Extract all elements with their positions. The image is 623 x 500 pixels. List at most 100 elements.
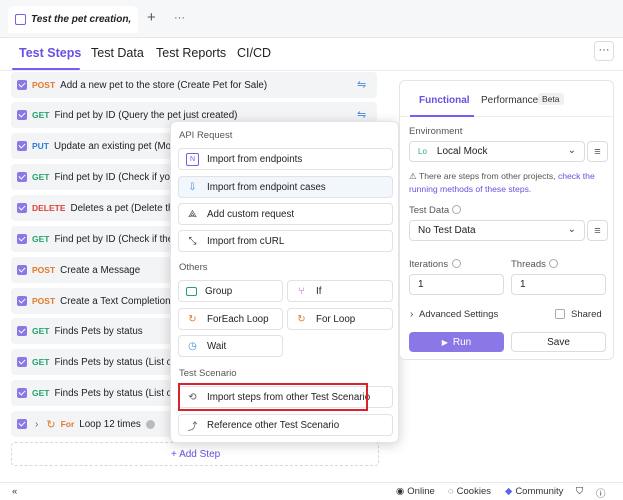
status-bar: « ◉ Online ◌ Cookies ◆ Community ⛉ ⓘ	[0, 482, 623, 500]
chevron-right-icon[interactable]: ›	[410, 309, 413, 320]
menu-reference-scenario[interactable]: ⤴ Reference other Test Scenario	[178, 414, 393, 436]
threads-label: Threads	[511, 259, 546, 270]
link-icon[interactable]: ⇋	[357, 78, 366, 91]
curl-icon: ⤡	[188, 235, 197, 247]
foreach-icon: ↻	[188, 313, 197, 325]
run-settings-panel: Functional Performance Beta Environment …	[399, 80, 614, 360]
method-badge: GET	[32, 357, 50, 367]
test-data-menu-button[interactable]: ≡	[587, 220, 608, 241]
notice-text: There are steps from other projects,	[418, 171, 556, 181]
step-checkbox[interactable]	[17, 265, 27, 275]
threads-input[interactable]: 1	[511, 274, 606, 295]
menu-foreach-loop[interactable]: ↻ ForEach Loop	[178, 308, 283, 330]
step-name: Update an existing pet (Modi	[54, 140, 179, 152]
test-data-value: No Test Data	[418, 225, 476, 236]
notice: ⚠ There are steps from other projects, c…	[409, 170, 609, 195]
cookie-icon: ◌	[448, 486, 454, 497]
step-name: Finds Pets by status (List of	[54, 387, 175, 399]
community-button[interactable]: ◆ Community	[505, 486, 563, 497]
step-name: Find pet by ID (Query the pet just creat…	[54, 109, 238, 121]
scenario-icon	[15, 14, 26, 25]
help-icon[interactable]: ⓘ	[596, 486, 606, 500]
method-badge: GET	[32, 110, 50, 120]
step-checkbox[interactable]	[17, 234, 27, 244]
collapse-sidebar-button[interactable]: «	[12, 486, 17, 497]
step-name: Create a Text Completion	[60, 295, 171, 307]
help-icon	[549, 259, 558, 268]
tab-test-data[interactable]: Test Data	[91, 46, 144, 60]
step-checkbox[interactable]	[17, 80, 27, 90]
section-others: Others	[179, 262, 208, 273]
environment-menu-button[interactable]: ≡	[587, 141, 608, 162]
step-checkbox[interactable]	[17, 419, 27, 429]
document-title: Test the pet creation,	[31, 14, 132, 25]
test-data-select[interactable]: No Test Data ⌄	[409, 220, 585, 241]
import-cases-icon: ⇩	[188, 181, 197, 193]
save-button[interactable]: Save	[511, 332, 606, 352]
warning-icon: ⚠	[409, 171, 417, 181]
tab-test-steps[interactable]: Test Steps	[19, 46, 81, 60]
step-row[interactable]: POST Add a new pet to the store (Create …	[11, 72, 377, 98]
tab-cicd[interactable]: CI/CD	[237, 46, 271, 60]
step-checkbox[interactable]	[17, 388, 27, 398]
step-checkbox[interactable]	[17, 357, 27, 367]
environment-value: Local Mock	[436, 146, 488, 157]
method-badge: GET	[32, 234, 50, 244]
discord-icon: ◆	[505, 486, 513, 497]
step-name: Add a new pet to the store (Create Pet f…	[60, 79, 268, 91]
iterations-input[interactable]: 1	[409, 274, 504, 295]
loop-keyword: For	[60, 419, 75, 429]
loop-icon: ↻	[297, 313, 306, 325]
method-badge: GET	[32, 172, 50, 182]
menu-import-endpoint-cases[interactable]: ⇩ Import from endpoint cases	[178, 176, 393, 198]
cookies-button[interactable]: ◌ Cookies	[448, 486, 491, 497]
environment-select[interactable]: Lo Local Mock ⌄	[409, 141, 585, 162]
functional-underline	[410, 115, 474, 117]
menu-import-curl[interactable]: ⤡ Import from cURL	[178, 230, 393, 252]
method-badge: GET	[32, 388, 50, 398]
step-checkbox[interactable]	[17, 110, 27, 120]
step-checkbox[interactable]	[17, 172, 27, 182]
menu-for-loop[interactable]: ↻ For Loop	[287, 308, 393, 330]
step-name: Find pet by ID (Check if your	[54, 171, 179, 183]
add-step-button[interactable]: + Add Step	[171, 449, 220, 460]
loop-icon: ↻	[46, 418, 56, 431]
document-tab[interactable]: Test the pet creation,	[8, 6, 138, 33]
menu-wait[interactable]: ◷ Wait	[178, 335, 283, 357]
help-icon	[452, 205, 461, 214]
tab-more-button[interactable]: ···	[174, 12, 185, 24]
beta-badge: Beta	[538, 93, 564, 105]
online-status[interactable]: ◉ Online	[396, 486, 435, 497]
more-options-button[interactable]: ···	[594, 41, 614, 61]
step-checkbox[interactable]	[17, 141, 27, 151]
menu-icon: ≡	[594, 145, 601, 158]
run-button[interactable]: ▶ Run	[409, 332, 504, 352]
group-icon	[186, 286, 197, 296]
title-bar: Test the pet creation, + ···	[0, 0, 623, 38]
new-tab-button[interactable]: +	[147, 9, 156, 26]
step-checkbox[interactable]	[17, 296, 27, 306]
menu-if[interactable]: ⑂ If	[287, 280, 393, 302]
method-badge: DELETE	[32, 203, 66, 213]
step-name: Find pet by ID (Check if the c	[54, 233, 181, 245]
shared-checkbox[interactable]	[555, 309, 565, 319]
clock-icon: ◷	[188, 340, 197, 352]
step-checkbox[interactable]	[17, 326, 27, 336]
advanced-settings-toggle[interactable]: Advanced Settings	[419, 309, 498, 320]
help-icon	[452, 259, 461, 268]
method-badge: POST	[32, 265, 56, 275]
menu-add-custom-request[interactable]: ⟁ Add custom request	[178, 203, 393, 225]
active-tab-underline	[12, 68, 80, 70]
link-icon[interactable]: ⇋	[357, 108, 366, 121]
chevron-right-icon[interactable]: ›	[35, 419, 38, 430]
menu-group[interactable]: Group	[178, 280, 283, 302]
section-test-scenario: Test Scenario	[179, 368, 237, 379]
step-checkbox[interactable]	[17, 203, 27, 213]
tab-test-reports[interactable]: Test Reports	[156, 46, 226, 60]
menu-import-endpoints[interactable]: N Import from endpoints	[178, 148, 393, 170]
tab-functional[interactable]: Functional	[419, 95, 470, 106]
tab-performance[interactable]: Performance	[481, 95, 538, 106]
highlight-annotation	[178, 383, 368, 411]
main-tabs: Test Steps Test Data Test Reports CI/CD …	[0, 39, 623, 71]
shirt-icon[interactable]: ⛉	[576, 486, 583, 497]
